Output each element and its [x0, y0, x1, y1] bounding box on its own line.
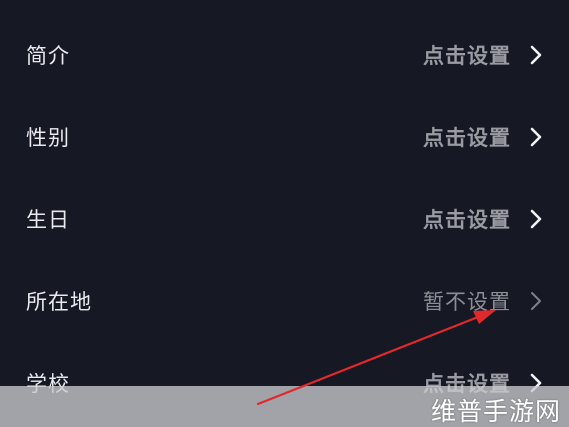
row-value-birthday: 点击设置 — [423, 208, 511, 232]
chevron-right-icon — [529, 44, 543, 66]
settings-row-birthday[interactable]: 生日 点击设置 — [0, 191, 569, 247]
profile-settings-list: 简介 点击设置 性别 点击设置 生日 点击设置 所在地 暂不设置 学校 点击设置 — [0, 0, 569, 427]
row-label-gender: 性别 — [26, 126, 70, 150]
row-label-location: 所在地 — [26, 290, 92, 314]
row-value-location: 暂不设置 — [423, 290, 511, 314]
chevron-right-icon — [529, 126, 543, 148]
row-label-birthday: 生日 — [26, 208, 70, 232]
chevron-right-icon — [529, 208, 543, 230]
settings-row-bio[interactable]: 简介 点击设置 — [0, 27, 569, 83]
chevron-right-icon — [529, 290, 543, 312]
watermark-text: 维普手游网 — [430, 397, 561, 426]
row-value-bio: 点击设置 — [423, 44, 511, 68]
settings-row-location[interactable]: 所在地 暂不设置 — [0, 273, 569, 329]
settings-row-gender[interactable]: 性别 点击设置 — [0, 109, 569, 165]
row-label-bio: 简介 — [26, 44, 70, 68]
row-value-gender: 点击设置 — [423, 126, 511, 150]
